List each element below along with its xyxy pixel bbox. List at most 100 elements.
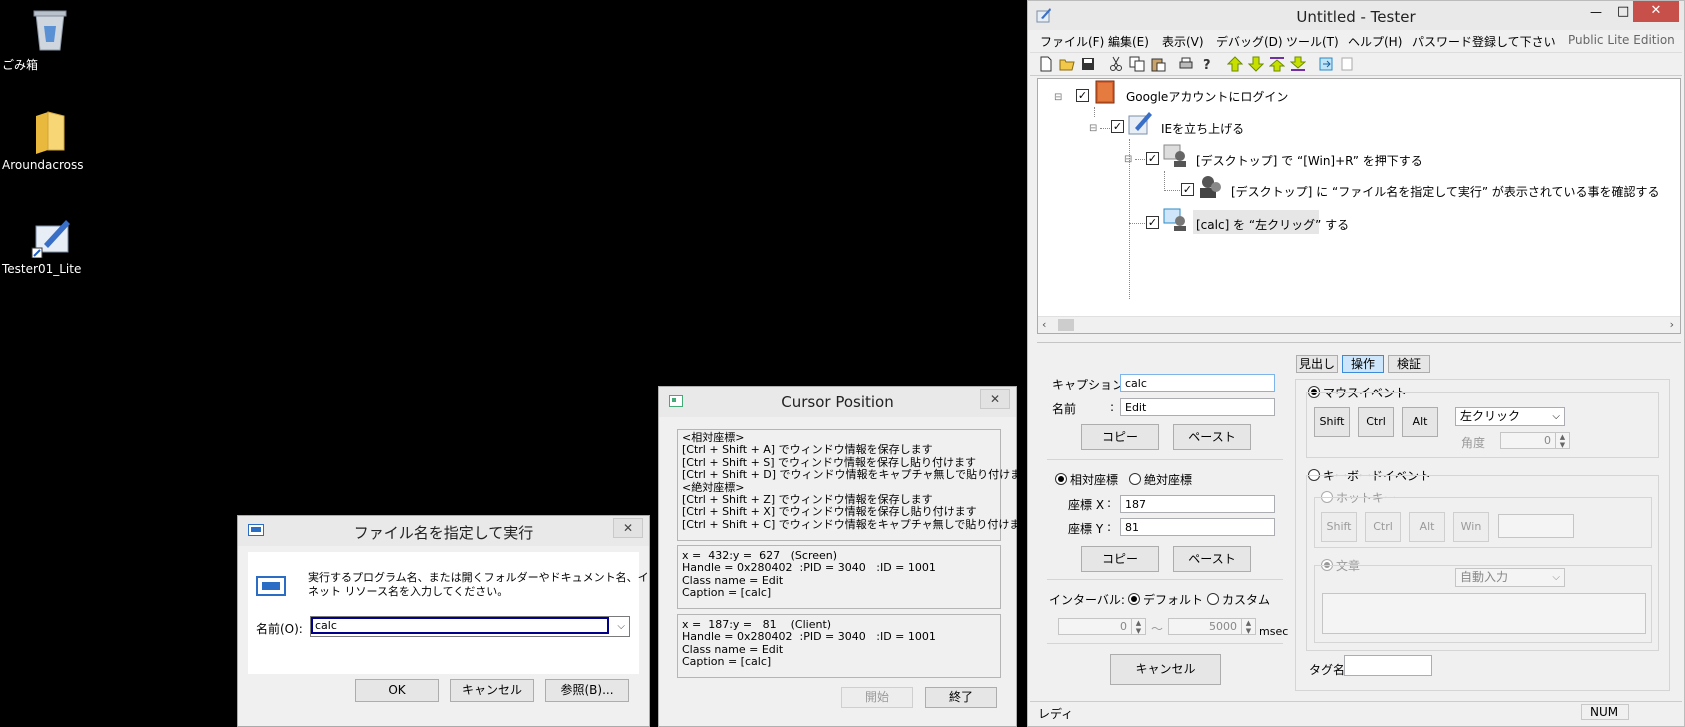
close-button[interactable]: ✕ bbox=[613, 518, 643, 538]
tree-node-label[interactable]: Googleアカウントにログイン bbox=[1126, 88, 1288, 105]
save-icon[interactable] bbox=[1080, 56, 1096, 72]
cursor-window-titlebar[interactable]: Cursor Position ✕ bbox=[659, 387, 1016, 417]
scroll-right-icon[interactable]: › bbox=[1670, 318, 1674, 331]
blank-icon[interactable] bbox=[1339, 56, 1355, 72]
menu-help[interactable]: ヘルプ(H) bbox=[1348, 33, 1402, 50]
close-button[interactable]: ✕ bbox=[1633, 1, 1679, 22]
hotkey-ctrl-button[interactable]: Ctrl bbox=[1365, 512, 1401, 542]
tag-name-input[interactable] bbox=[1344, 655, 1432, 676]
num-lock-indicator: NUM bbox=[1581, 704, 1629, 720]
chevron-down-icon[interactable]: ⌵ bbox=[1552, 408, 1560, 425]
coord-y-input[interactable]: 81 bbox=[1120, 518, 1275, 536]
hotkey-win-button[interactable]: Win bbox=[1453, 512, 1489, 542]
node-checkbox[interactable]: ✓ bbox=[1111, 120, 1124, 133]
coord-copy-button[interactable]: コピー bbox=[1081, 546, 1159, 572]
run-name-input[interactable]: calc bbox=[311, 617, 609, 634]
mouse-ctrl-button[interactable]: Ctrl bbox=[1358, 407, 1394, 437]
coord-x-input[interactable]: 187 bbox=[1120, 495, 1275, 513]
desktop-icon-folder[interactable]: Aroundacross bbox=[2, 110, 98, 172]
print-icon[interactable] bbox=[1178, 56, 1194, 72]
spinner-arrows-icon[interactable]: ▲ ▼ bbox=[1555, 433, 1569, 449]
mouse-click-icon bbox=[1162, 206, 1188, 232]
paste-button[interactable]: ペースト bbox=[1173, 424, 1251, 450]
copy-icon[interactable] bbox=[1129, 56, 1145, 72]
arrow-down-icon[interactable] bbox=[1247, 56, 1265, 72]
run-dialog-titlebar[interactable]: ファイル名を指定して実行 ✕ bbox=[238, 516, 649, 546]
tree-node-label[interactable]: [デスクトップ] に “ファイル名を指定して実行” が表示されている事を確認する bbox=[1231, 183, 1660, 200]
spinner-arrows-icon[interactable]: ▲ ▼ bbox=[1241, 619, 1255, 635]
coord-paste-button[interactable]: ペースト bbox=[1173, 546, 1251, 572]
maximize-button[interactable]: □ bbox=[1617, 4, 1629, 19]
menu-password-register[interactable]: パスワード登録して下さい bbox=[1412, 33, 1556, 50]
minimize-button[interactable]: — bbox=[1590, 5, 1602, 19]
hotkey-input[interactable] bbox=[1498, 514, 1574, 538]
book-icon bbox=[1092, 79, 1118, 105]
end-button[interactable]: 終了 bbox=[925, 687, 997, 708]
menu-tools[interactable]: ツール(T) bbox=[1286, 33, 1339, 50]
interval-custom-radio[interactable] bbox=[1207, 593, 1219, 605]
ok-button[interactable]: OK bbox=[355, 679, 439, 702]
node-checkbox[interactable]: ✓ bbox=[1076, 89, 1089, 102]
copy-button[interactable]: コピー bbox=[1081, 424, 1159, 450]
name-input[interactable]: Edit bbox=[1120, 398, 1275, 416]
mouse-alt-button[interactable]: Alt bbox=[1402, 407, 1438, 437]
caption-input[interactable]: calc bbox=[1120, 374, 1275, 392]
interval-default-radio[interactable] bbox=[1128, 593, 1140, 605]
name-colon: : bbox=[1110, 400, 1115, 414]
menu-debug[interactable]: デバッグ(D) bbox=[1216, 33, 1283, 50]
paste-icon[interactable] bbox=[1150, 56, 1166, 72]
collapse-toggle[interactable]: ⊟ bbox=[1089, 123, 1097, 134]
cancel-button[interactable]: キャンセル bbox=[450, 679, 534, 702]
chevron-down-icon[interactable]: ⌵ bbox=[1552, 569, 1560, 586]
sentence-textarea[interactable] bbox=[1322, 593, 1646, 634]
menu-view[interactable]: 表示(V) bbox=[1162, 33, 1204, 50]
scrollbar-thumb[interactable] bbox=[1058, 319, 1074, 331]
scenario-tree: ⊟ ✓ Googleアカウントにログイン ⊟ ✓ IEを立ち上げる ⊟ ✓ [デ… bbox=[1037, 78, 1681, 334]
tree-node-label[interactable]: [デスクトップ] で “[Win]+R” を押下する bbox=[1196, 152, 1423, 169]
start-button[interactable]: 開始 bbox=[841, 687, 913, 708]
tab-operation[interactable]: 操作 bbox=[1342, 355, 1384, 373]
move-bottom-icon[interactable] bbox=[1289, 56, 1307, 72]
tree-horizontal-scrollbar[interactable]: ‹ › bbox=[1038, 316, 1680, 333]
new-file-icon[interactable] bbox=[1038, 56, 1054, 72]
hotkey-shift-button[interactable]: Shift bbox=[1321, 512, 1357, 542]
mouse-shift-button[interactable]: Shift bbox=[1314, 407, 1350, 437]
tab-heading[interactable]: 見出し bbox=[1296, 355, 1338, 373]
angle-spinner[interactable]: 0 ▲ ▼ bbox=[1500, 432, 1570, 449]
help-icon[interactable]: ? bbox=[1199, 56, 1215, 73]
tree-node-label[interactable]: IEを立ち上げる bbox=[1161, 120, 1244, 137]
absolute-coords-radio[interactable] bbox=[1129, 473, 1141, 485]
interval-min-spinner[interactable]: 0 ▲ ▼ bbox=[1058, 618, 1146, 635]
close-button[interactable]: ✕ bbox=[980, 389, 1010, 409]
node-checkbox[interactable]: ✓ bbox=[1181, 183, 1194, 196]
move-top-icon[interactable] bbox=[1268, 56, 1286, 72]
export-icon[interactable] bbox=[1318, 56, 1334, 72]
tab-verify[interactable]: 検証 bbox=[1388, 355, 1430, 373]
cancel-button[interactable]: キャンセル bbox=[1110, 654, 1221, 685]
interval-max-spinner[interactable]: 5000 ▲ ▼ bbox=[1168, 618, 1256, 635]
scroll-left-icon[interactable]: ‹ bbox=[1042, 318, 1046, 331]
desktop-icon-recycle-bin[interactable]: ごみ箱 bbox=[2, 8, 98, 72]
open-folder-icon[interactable] bbox=[1059, 56, 1075, 72]
desktop-icon-tester[interactable]: Tester01_Lite bbox=[2, 214, 98, 276]
hotkey-alt-button[interactable]: Alt bbox=[1409, 512, 1445, 542]
menu-file[interactable]: ファイル(F) bbox=[1040, 33, 1104, 50]
collapse-toggle[interactable]: ⊟ bbox=[1054, 92, 1062, 103]
arrow-up-icon[interactable] bbox=[1226, 56, 1244, 72]
coord-y-colon: : bbox=[1107, 520, 1112, 534]
click-type-select[interactable]: 左クリック ⌵ bbox=[1455, 407, 1565, 426]
angle-label: 角度 bbox=[1461, 436, 1486, 450]
menu-edit[interactable]: 編集(E) bbox=[1108, 33, 1149, 50]
input-mode-select[interactable]: 自動入力 ⌵ bbox=[1455, 568, 1565, 587]
browse-button[interactable]: 参照(B)... bbox=[545, 679, 629, 702]
relative-coords-radio[interactable] bbox=[1055, 473, 1067, 485]
spinner-arrows-icon[interactable]: ▲ ▼ bbox=[1131, 619, 1145, 635]
chevron-down-icon[interactable]: ⌵ bbox=[617, 618, 625, 635]
run-name-combobox[interactable]: calc ⌵ bbox=[310, 616, 630, 637]
collapse-toggle[interactable]: ⊟ bbox=[1124, 154, 1132, 165]
node-checkbox[interactable]: ✓ bbox=[1146, 216, 1159, 229]
node-checkbox[interactable]: ✓ bbox=[1146, 152, 1159, 165]
tester-titlebar[interactable]: Untitled - Tester — □ ✕ bbox=[1028, 1, 1684, 30]
cut-icon[interactable] bbox=[1108, 56, 1124, 72]
tree-node-label[interactable]: [calc] を “左クリッグ” する bbox=[1196, 216, 1349, 233]
